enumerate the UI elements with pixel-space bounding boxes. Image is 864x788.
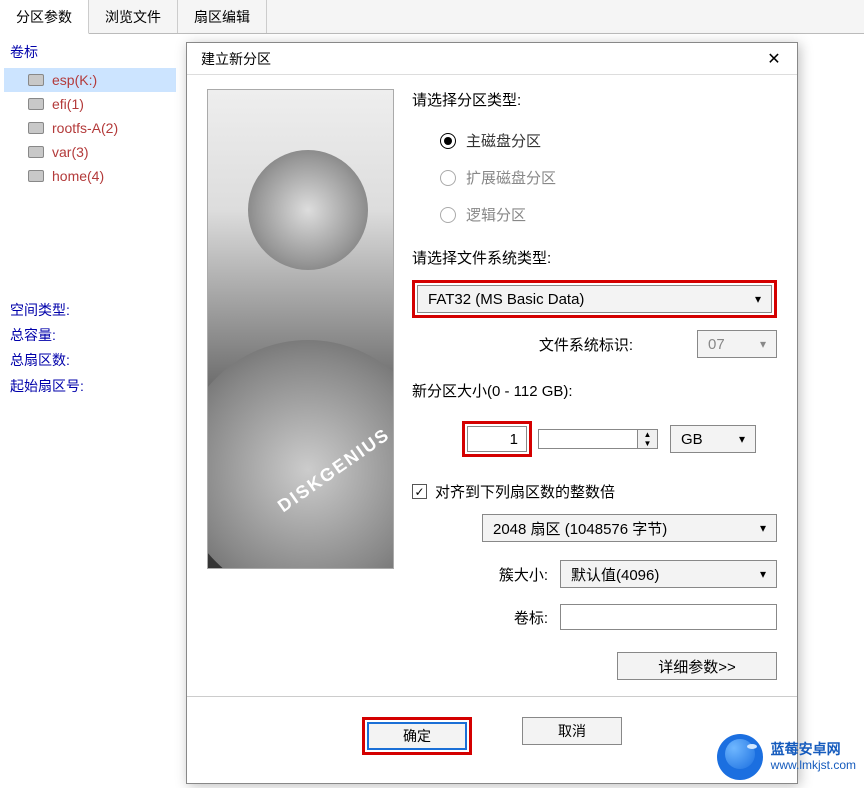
dialog-footer: 确定 取消	[187, 696, 797, 783]
tab-sector-edit[interactable]: 扇区编辑	[178, 0, 267, 33]
dialog-form: 请选择分区类型: 主磁盘分区 扩展磁盘分区 逻辑分区 请选择文件系统类型: FA…	[412, 89, 777, 682]
dialog-body: DISKGENIUS 请选择分区类型: 主磁盘分区 扩展磁盘分区 逻辑分区 请选…	[187, 75, 797, 696]
volume-item[interactable]: esp(K:)	[4, 68, 176, 92]
detail-params-button[interactable]: 详细参数>>	[617, 652, 777, 680]
radio-label: 扩展磁盘分区	[466, 167, 556, 188]
watermark-url: www.lmkjst.com	[771, 758, 856, 772]
size-spinner: ▲ ▼	[538, 429, 658, 449]
label-space-type: 空间类型:	[10, 298, 176, 323]
align-combo[interactable]: 2048 扇区 (1048576 字节) ▾	[482, 514, 777, 542]
volume-label: home(4)	[52, 168, 104, 184]
volume-label: rootfs-A(2)	[52, 120, 118, 136]
align-checkbox-row[interactable]: ✓ 对齐到下列扇区数的整数倍	[412, 481, 777, 502]
cancel-button[interactable]: 取消	[522, 717, 622, 745]
size-unit-combo[interactable]: GB ▾	[670, 425, 756, 453]
dialog-title: 建立新分区	[201, 49, 271, 69]
volume-label: esp(K:)	[52, 72, 97, 88]
partition-type-label: 请选择分区类型:	[412, 89, 777, 110]
tab-partition-params[interactable]: 分区参数	[0, 0, 89, 34]
radio-primary-partition[interactable]: 主磁盘分区	[440, 130, 777, 151]
watermark-title: 蓝莓安卓网	[771, 741, 856, 758]
size-input[interactable]	[467, 426, 527, 452]
blueberry-icon	[717, 734, 763, 780]
radio-label: 主磁盘分区	[466, 130, 541, 151]
hdd-icon	[28, 146, 44, 158]
hdd-icon	[28, 98, 44, 110]
volume-list: esp(K:) efi(1) rootfs-A(2) var(3) home(4…	[4, 68, 176, 188]
filesystem-combo[interactable]: FAT32 (MS Basic Data) ▾	[417, 285, 772, 313]
filesystem-type-label: 请选择文件系统类型:	[412, 247, 777, 268]
hdd-icon	[28, 170, 44, 182]
label-start-sector: 起始扇区号:	[10, 374, 176, 399]
close-icon[interactable]: ✕	[759, 49, 789, 69]
volume-item[interactable]: var(3)	[4, 140, 176, 164]
radio-icon	[440, 170, 456, 186]
fs-ident-combo: 07 ▾	[697, 330, 777, 358]
highlight-size	[462, 421, 532, 457]
align-value: 2048 扇区 (1048576 字节)	[493, 518, 667, 539]
fs-ident-label: 文件系统标识:	[539, 334, 633, 355]
partition-size-label: 新分区大小(0 - 112 GB):	[412, 380, 777, 401]
new-partition-dialog: 建立新分区 ✕ DISKGENIUS 请选择分区类型: 主磁盘分区 扩展磁盘分区…	[186, 42, 798, 784]
fs-ident-value: 07	[708, 336, 725, 353]
radio-extended-partition: 扩展磁盘分区	[440, 167, 777, 188]
radio-logical-partition: 逻辑分区	[440, 204, 777, 225]
volume-item[interactable]: rootfs-A(2)	[4, 116, 176, 140]
radio-icon[interactable]	[440, 133, 456, 149]
chevron-down-icon: ▾	[739, 432, 745, 446]
checkbox-icon[interactable]: ✓	[412, 484, 427, 499]
size-unit-value: GB	[681, 431, 703, 448]
volume-name-label: 卷标:	[412, 607, 548, 628]
tab-browse-files[interactable]: 浏览文件	[89, 0, 178, 33]
volume-item[interactable]: efi(1)	[4, 92, 176, 116]
chevron-down-icon: ▾	[755, 292, 761, 306]
volume-label: efi(1)	[52, 96, 84, 112]
highlight-ok: 确定	[362, 717, 472, 755]
cluster-combo[interactable]: 默认值(4096) ▾	[560, 560, 777, 588]
filesystem-value: FAT32 (MS Basic Data)	[428, 291, 584, 308]
left-info: 空间类型: 总容量: 总扇区数: 起始扇区号:	[4, 298, 176, 399]
highlight-filesystem: FAT32 (MS Basic Data) ▾	[412, 280, 777, 318]
chevron-down-icon: ▾	[760, 521, 766, 535]
volume-item[interactable]: home(4)	[4, 164, 176, 188]
align-label: 对齐到下列扇区数的整数倍	[435, 481, 615, 502]
ok-button[interactable]: 确定	[367, 722, 467, 750]
spinner-up-icon[interactable]: ▲	[638, 430, 657, 439]
radio-icon	[440, 207, 456, 223]
cluster-value: 默认值(4096)	[571, 564, 659, 585]
left-header: 卷标	[4, 40, 176, 64]
left-panel: 卷标 esp(K:) efi(1) rootfs-A(2) var(3) hom…	[0, 34, 180, 788]
chevron-down-icon: ▾	[760, 567, 766, 581]
radio-label: 逻辑分区	[466, 204, 526, 225]
cluster-size-label: 簇大小:	[412, 564, 548, 585]
dialog-illustration: DISKGENIUS	[207, 89, 394, 569]
label-sectors: 总扇区数:	[10, 348, 176, 373]
volume-name-input[interactable]	[560, 604, 777, 630]
chevron-down-icon: ▾	[760, 337, 766, 351]
spinner-down-icon[interactable]: ▼	[638, 439, 657, 448]
label-capacity: 总容量:	[10, 323, 176, 348]
hdd-icon	[28, 74, 44, 86]
dialog-titlebar: 建立新分区 ✕	[187, 43, 797, 75]
volume-label: var(3)	[52, 144, 89, 160]
watermark: 蓝莓安卓网 www.lmkjst.com	[717, 734, 856, 780]
hdd-icon	[28, 122, 44, 134]
tab-bar: 分区参数 浏览文件 扇区编辑	[0, 0, 864, 34]
